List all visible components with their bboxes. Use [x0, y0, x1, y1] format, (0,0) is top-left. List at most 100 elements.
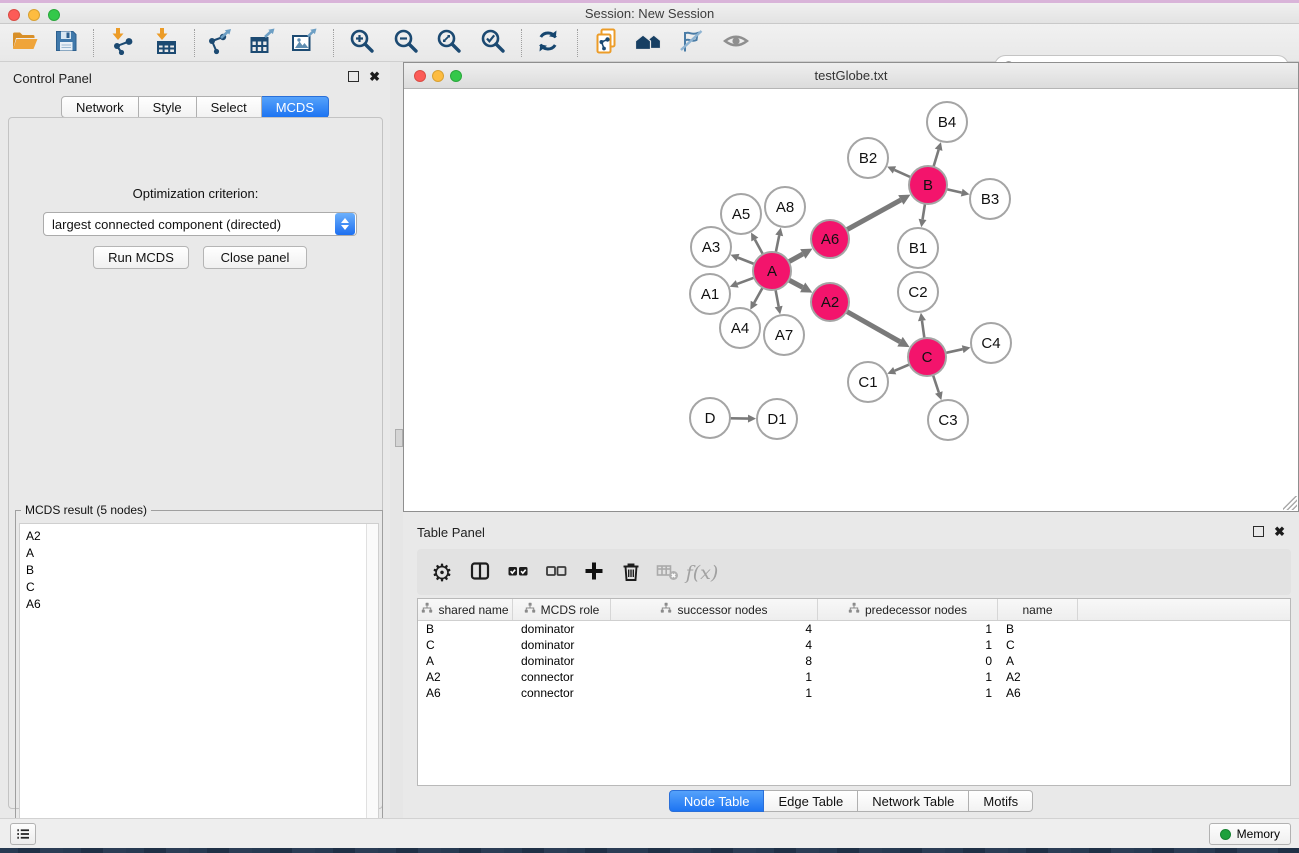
- zoom-out-button[interactable]: [389, 26, 423, 60]
- tab-network[interactable]: Network: [61, 96, 139, 118]
- zoom-fit-icon: [435, 27, 463, 60]
- main-toolbar: [0, 24, 1299, 62]
- node-A5[interactable]: A5: [721, 194, 761, 234]
- export-table-button[interactable]: [245, 26, 279, 60]
- table-row[interactable]: Bdominator41B: [418, 621, 1290, 637]
- node-C1[interactable]: C1: [848, 362, 888, 402]
- column-header-successor-nodes[interactable]: successor nodes: [611, 599, 818, 620]
- run-mcds-button[interactable]: Run MCDS: [93, 246, 189, 269]
- node-A4[interactable]: A4: [720, 308, 760, 348]
- table-row[interactable]: Adominator80A: [418, 653, 1290, 669]
- network-close-button[interactable]: [414, 70, 426, 82]
- split-view-button[interactable]: [467, 560, 493, 586]
- zoom-in-button[interactable]: [345, 26, 379, 60]
- tab-mcds[interactable]: MCDS: [262, 96, 329, 118]
- select-all-button[interactable]: [505, 560, 531, 586]
- node-B2[interactable]: B2: [848, 138, 888, 178]
- node-A7[interactable]: A7: [764, 315, 804, 355]
- network-window-titlebar[interactable]: testGlobe.txt: [404, 63, 1298, 89]
- open-session-button[interactable]: [7, 26, 41, 60]
- node-C[interactable]: C: [908, 338, 946, 376]
- hide-flag-button[interactable]: [674, 26, 708, 60]
- task-history-button[interactable]: [10, 823, 36, 845]
- show-eye-button[interactable]: [719, 26, 753, 60]
- close-window-button[interactable]: [8, 9, 20, 21]
- control-panel: Control Panel ✖ NetworkStyleSelectMCDS O…: [0, 62, 390, 818]
- network-window-traffic-lights[interactable]: [414, 70, 462, 82]
- node-D[interactable]: D: [690, 398, 730, 438]
- table-row[interactable]: A6connector11A6: [418, 685, 1290, 701]
- tab-node-table[interactable]: Node Table: [669, 790, 765, 812]
- table-row[interactable]: Cdominator41C: [418, 637, 1290, 653]
- column-header-name[interactable]: name: [998, 599, 1078, 620]
- close-panel-icon[interactable]: ✖: [369, 71, 380, 82]
- open-session-icon: [10, 27, 38, 60]
- mcds-list-scrollbar[interactable]: [366, 524, 378, 851]
- table-cell: 4: [611, 622, 818, 636]
- column-type-icon: [421, 602, 433, 617]
- table-row[interactable]: A2connector11A2: [418, 669, 1290, 685]
- refresh-button[interactable]: [531, 26, 565, 60]
- criterion-dropdown[interactable]: largest connected component (directed): [43, 212, 357, 236]
- mcds-result-item[interactable]: A6: [20, 595, 365, 612]
- node-A2[interactable]: A2: [811, 283, 849, 321]
- tab-edge-table[interactable]: Edge Table: [764, 790, 858, 812]
- node-B1[interactable]: B1: [898, 228, 938, 268]
- zoom-fit-button[interactable]: [432, 26, 466, 60]
- mcds-result-item[interactable]: C: [20, 578, 365, 595]
- minimize-window-button[interactable]: [28, 9, 40, 21]
- import-network-button[interactable]: [105, 26, 139, 60]
- svg-text:A2: A2: [821, 294, 839, 311]
- import-table-button[interactable]: [149, 26, 183, 60]
- float-panel-icon[interactable]: [348, 71, 359, 82]
- column-header-shared-name[interactable]: shared name: [418, 599, 513, 620]
- memory-button[interactable]: Memory: [1209, 823, 1291, 845]
- add-button[interactable]: [581, 560, 607, 586]
- network-zoom-button[interactable]: [450, 70, 462, 82]
- node-A6[interactable]: A6: [811, 220, 849, 258]
- node-D1[interactable]: D1: [757, 399, 797, 439]
- node-C3[interactable]: C3: [928, 400, 968, 440]
- memory-status-icon: [1220, 829, 1231, 840]
- svg-text:B3: B3: [981, 191, 999, 208]
- traffic-lights[interactable]: [8, 9, 60, 21]
- node-A[interactable]: A: [753, 252, 791, 290]
- clone-network-button[interactable]: [589, 26, 623, 60]
- node-B4[interactable]: B4: [927, 102, 967, 142]
- node-A8[interactable]: A8: [765, 187, 805, 227]
- tab-style[interactable]: Style: [139, 96, 197, 118]
- node-C4[interactable]: C4: [971, 323, 1011, 363]
- column-header-predecessor-nodes[interactable]: predecessor nodes: [818, 599, 998, 620]
- deselect-all-button[interactable]: [543, 560, 569, 586]
- node-A1[interactable]: A1: [690, 274, 730, 314]
- node-B3[interactable]: B3: [970, 179, 1010, 219]
- zoom-selected-button[interactable]: [476, 26, 510, 60]
- settings-button[interactable]: ⚙: [429, 560, 455, 586]
- mcds-result-item[interactable]: A2: [20, 527, 365, 544]
- node-B[interactable]: B: [909, 166, 947, 204]
- close-panel-button[interactable]: Close panel: [203, 246, 307, 269]
- memory-label: Memory: [1237, 827, 1280, 841]
- save-session-button[interactable]: [49, 26, 83, 60]
- column-header-MCDS-role[interactable]: MCDS role: [513, 599, 611, 620]
- export-network-button[interactable]: [202, 26, 236, 60]
- close-table-panel-icon[interactable]: ✖: [1274, 526, 1285, 537]
- node-A3[interactable]: A3: [691, 227, 731, 267]
- delete-button[interactable]: [618, 560, 644, 586]
- export-image-button[interactable]: [287, 26, 321, 60]
- svg-text:A5: A5: [732, 206, 750, 223]
- window-resize-grip[interactable]: [1283, 496, 1297, 510]
- splitter-collapse-handle[interactable]: [395, 429, 403, 447]
- first-neighbors-button[interactable]: [631, 26, 665, 60]
- table-cell: B: [998, 622, 1078, 636]
- mcds-result-item[interactable]: B: [20, 561, 365, 578]
- zoom-window-button[interactable]: [48, 9, 60, 21]
- tab-select[interactable]: Select: [197, 96, 262, 118]
- tab-network-table[interactable]: Network Table: [858, 790, 969, 812]
- tab-motifs[interactable]: Motifs: [969, 790, 1033, 812]
- mcds-result-item[interactable]: A: [20, 544, 365, 561]
- node-C2[interactable]: C2: [898, 272, 938, 312]
- network-canvas[interactable]: A A1 A2 A3 A4 A5 A6 A7 A8 B B1 B2 B3 B4 C C1 C2 C3C4 D D1: [404, 89, 1298, 511]
- network-minimize-button[interactable]: [432, 70, 444, 82]
- float-table-panel-icon[interactable]: [1253, 526, 1264, 537]
